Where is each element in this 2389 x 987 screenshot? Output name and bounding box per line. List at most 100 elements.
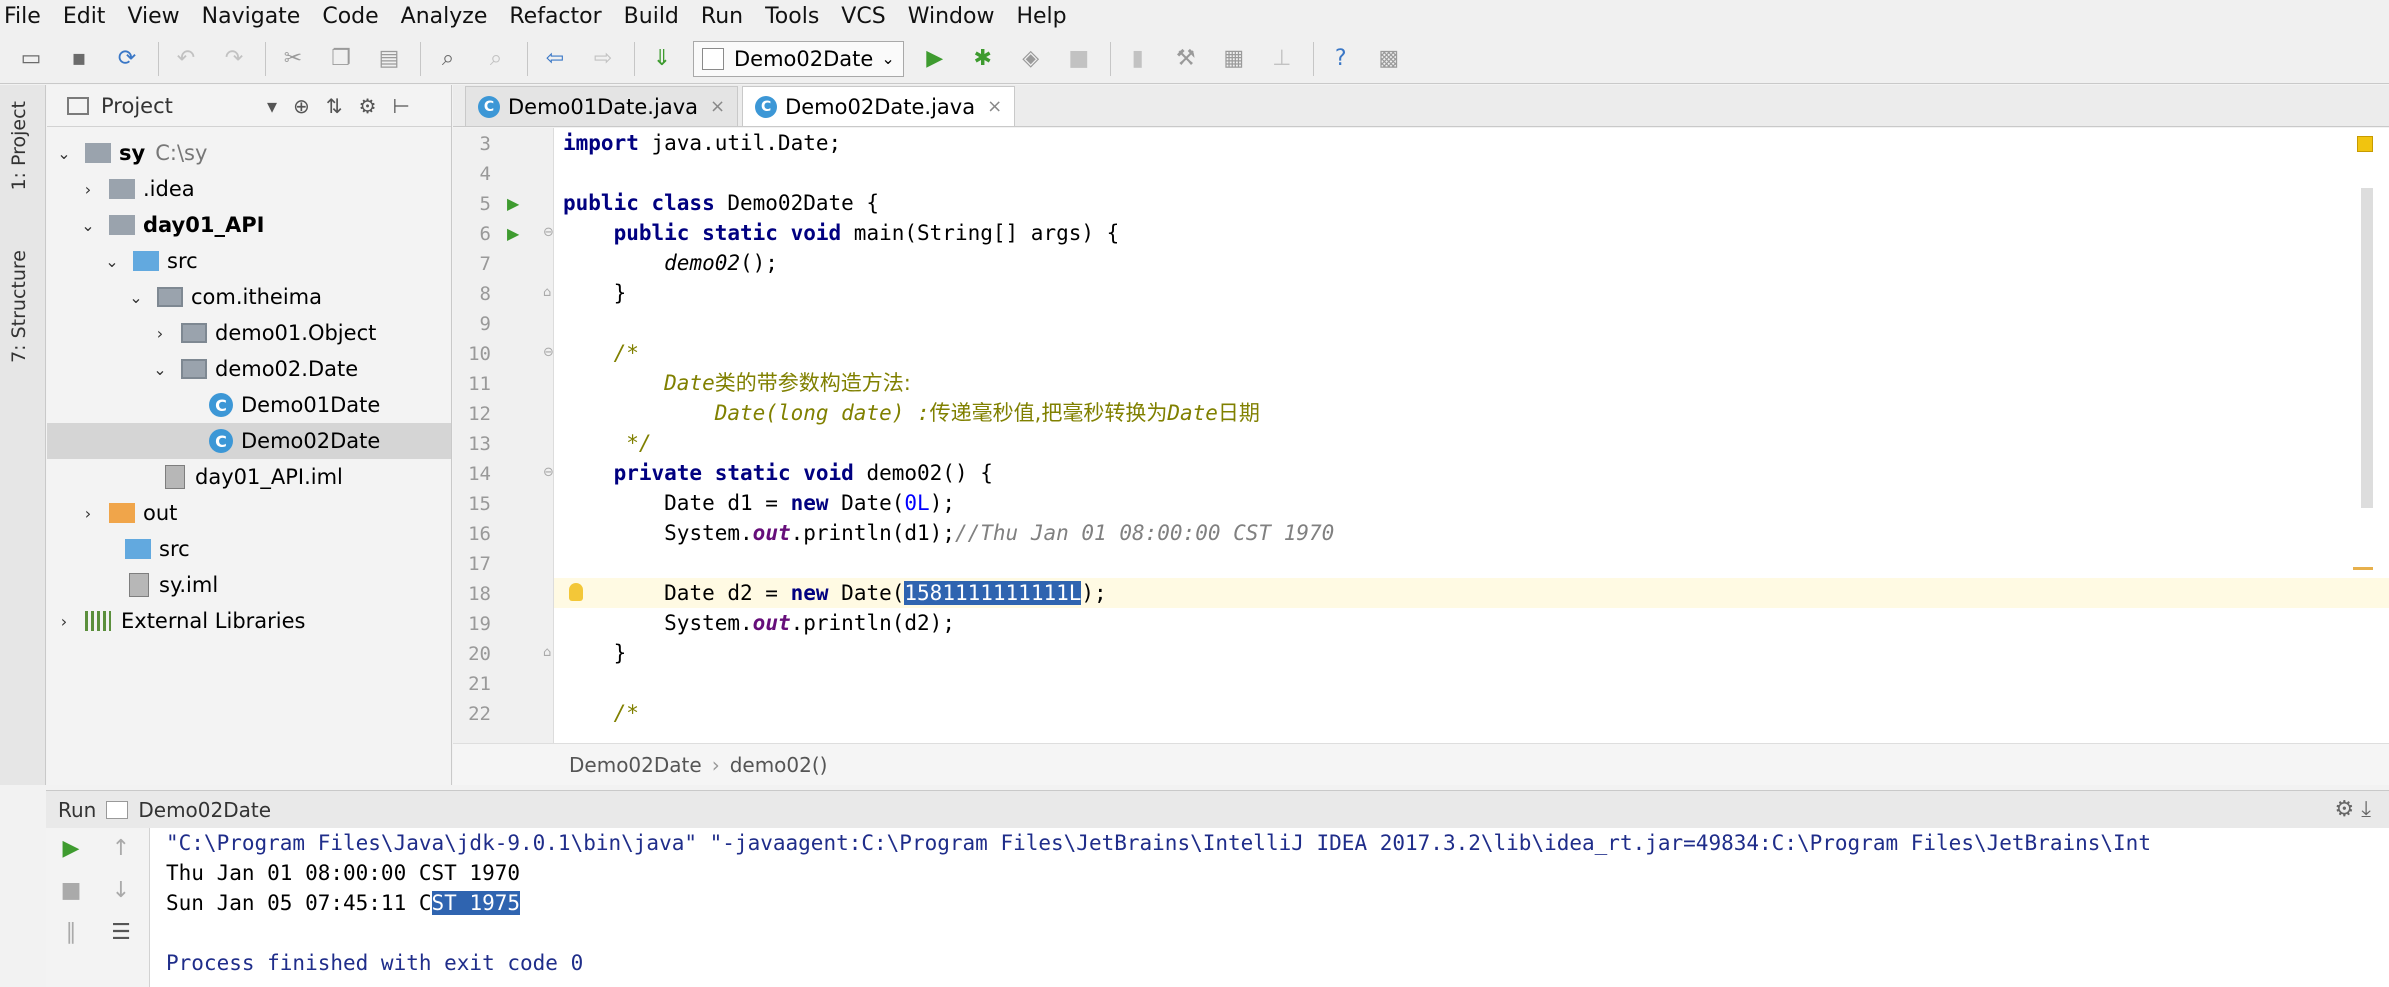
undo-icon[interactable]: ↶ [169,41,203,77]
debug-icon[interactable]: ✱ [966,41,1000,77]
scroll-up-icon[interactable]: ↑ [106,836,136,861]
rerun-icon[interactable]: ▶ [56,836,86,861]
chevron-right-icon[interactable]: › [77,180,99,199]
tree-item-day01-api[interactable]: ⌄ day01_API [77,207,264,243]
tree-item-external-libraries[interactable]: › External Libraries [53,603,306,639]
menu-tools[interactable]: Tools [753,0,829,34]
close-icon[interactable]: × [987,96,1002,117]
tree-item-out[interactable]: › out [77,495,178,531]
menu-analyze[interactable]: Analyze [389,0,498,34]
scroll-down-icon[interactable]: ↓ [106,878,136,903]
code-line-8: } [563,281,627,305]
code-text: (); [740,251,778,275]
tree-item-src[interactable]: ⌄ src [101,243,197,279]
run-config-icon [106,800,129,819]
tab-demo01date[interactable]: C Demo01Date.java × [465,86,739,126]
chevron-right-icon[interactable]: › [149,324,171,343]
soft-wrap-icon[interactable]: ☰ [106,920,136,945]
structure-tool-tab[interactable]: 7: Structure [8,250,30,363]
run-configuration-select[interactable]: Demo02Date ⌄ [693,40,904,77]
tree-item-demo01date[interactable]: C Demo01Date [209,387,380,423]
menu-code[interactable]: Code [310,0,388,34]
tree-item-day01-api-iml[interactable]: day01_API.iml [165,459,343,495]
chevron-down-icon[interactable]: ▾ [267,94,277,118]
breadcrumb-method[interactable]: demo02() [730,753,828,777]
tree-item-src-root[interactable]: src [125,531,190,567]
menu-build[interactable]: Build [612,0,689,34]
redo-icon[interactable]: ↷ [217,41,251,77]
menu-vcs[interactable]: VCS [829,0,895,34]
hide-panel-icon[interactable]: ⊢ [393,94,410,118]
tree-item-com-itheima[interactable]: ⌄ com.itheima [125,279,322,315]
coverage-icon[interactable]: ◈ [1014,41,1048,77]
gear-icon[interactable]: ⚙ [359,94,377,118]
forward-icon[interactable]: ⇨ [586,41,620,77]
menu-edit[interactable]: Edit [51,0,116,34]
chevron-down-icon[interactable]: ⌄ [125,288,147,307]
chevron-down-icon[interactable]: ⌄ [77,216,99,235]
tab-demo02date[interactable]: C Demo02Date.java × [742,86,1016,126]
chevron-down-icon[interactable]: ⌄ [149,360,171,379]
code-line-16: System.out.println(d1);//Thu Jan 01 08:0… [563,518,1334,548]
synchronize-icon[interactable]: ⟳ [110,41,144,77]
close-icon[interactable]: × [710,96,725,117]
tree-item-demo01-object[interactable]: › demo01.Object [149,315,377,351]
menu-navigate[interactable]: Navigate [190,0,311,34]
console-selected-text[interactable]: ST 1975 [431,891,521,915]
tree-item-demo02date[interactable]: C Demo02Date [47,423,451,459]
selected-number-literal[interactable]: 1581111111111L [904,581,1082,605]
menu-view[interactable]: View [115,0,189,34]
project-tool-tab[interactable]: 1: Project [8,101,30,191]
stop-icon[interactable]: ■ [56,878,86,903]
find-icon[interactable]: ⌕ [431,41,465,77]
cut-icon[interactable]: ✂ [276,41,310,77]
run-gutter-icon[interactable]: ▶ [507,194,519,213]
menu-help[interactable]: Help [1004,0,1076,34]
gear-icon[interactable]: ⚙ ⤓ [2335,797,2371,822]
vcs-icon[interactable]: ▮ [1121,41,1155,77]
back-icon[interactable]: ⇦ [538,41,572,77]
tasks-icon[interactable]: ▩ [1372,41,1406,77]
project-structure-icon[interactable]: ▦ [1217,41,1251,77]
tree-item-sy[interactable]: ⌄ sy C:\sy [53,135,207,171]
tree-item-demo02-date[interactable]: ⌄ demo02.Date [149,351,358,387]
tree-item-sy-iml[interactable]: sy.iml [129,567,218,603]
stop-icon[interactable]: ■ [1062,41,1096,77]
fold-icon[interactable]: ⌂ [543,285,551,300]
menu-run[interactable]: Run [689,0,753,34]
help-icon[interactable]: ? [1324,41,1358,77]
project-view-select[interactable]: Project [101,94,251,118]
inspection-status-icon[interactable] [2357,136,2373,152]
fold-icon[interactable]: ⌂ [543,645,551,660]
tree-item-idea[interactable]: › .idea [77,171,195,207]
run-icon[interactable]: ▶ [918,41,952,77]
java-class-icon: C [209,393,233,417]
settings-wrench-icon[interactable]: ⚒ [1169,41,1203,77]
console-output[interactable]: "C:\Program Files\Java\jdk-9.0.1\bin\jav… [150,828,2389,987]
menu-file[interactable]: File [0,0,51,34]
lightbulb-icon[interactable] [569,583,583,601]
menu-window[interactable]: Window [896,0,1005,34]
paste-icon[interactable]: ▤ [372,41,406,77]
editor-scrollbar[interactable] [2361,188,2373,508]
collapse-all-icon[interactable]: ⇅ [326,94,343,118]
copy-icon[interactable]: ❐ [324,41,358,77]
breadcrumb-class[interactable]: Demo02Date [569,753,702,777]
run-gutter-icon[interactable]: ▶ [507,224,519,243]
scroll-from-source-icon[interactable]: ⊕ [293,94,310,118]
code-line-14: private static void demo02() { [563,458,993,488]
code-editor[interactable]: 3 4 5 6 7 8 9 10 11 12 13 14 15 16 17 18… [453,128,2389,743]
pause-icon[interactable]: ∥ [56,920,86,945]
replace-icon[interactable]: ⌕ [479,41,513,77]
chevron-down-icon[interactable]: ⌄ [53,144,75,163]
line-number: 15 [468,493,491,515]
open-folder-icon[interactable]: ▭ [14,41,48,77]
chevron-right-icon[interactable]: › [77,504,99,523]
build-project-icon[interactable]: ⇓ [645,41,679,77]
chevron-down-icon[interactable]: ⌄ [101,252,123,271]
save-all-icon[interactable]: ▪ [62,41,96,77]
sdk-icon[interactable]: ⊥ [1265,41,1299,77]
chevron-right-icon[interactable]: › [53,612,75,631]
menu-refactor[interactable]: Refactor [497,0,611,34]
run-tab-label[interactable]: Demo02Date [138,798,271,822]
